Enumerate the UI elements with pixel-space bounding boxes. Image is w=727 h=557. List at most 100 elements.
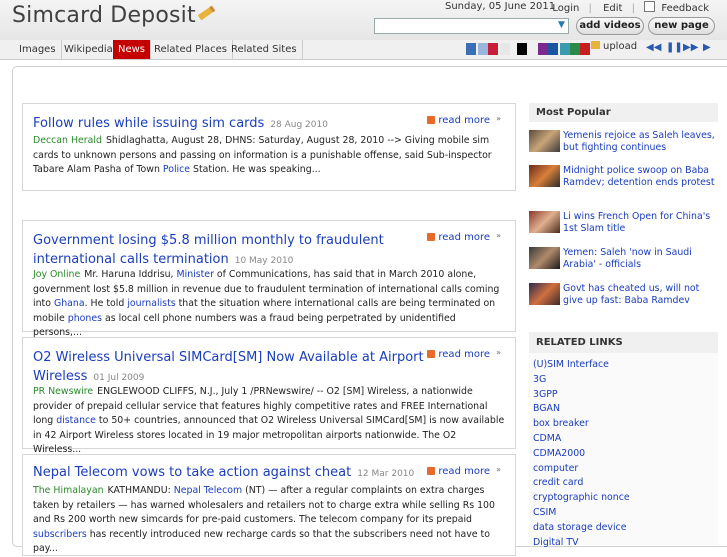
article-body: PR Newswire ENGLEWOOD CLIFFS, N.J., July … [33,385,505,458]
read-more-link[interactable]: read more [438,115,490,126]
color-swatch[interactable] [580,43,590,55]
read-more-link[interactable]: read more [438,232,490,243]
keyword-link[interactable]: journalists [127,298,175,309]
feedback-link[interactable]: Feedback [661,3,709,14]
article-title[interactable]: Nepal Telecom vows to take action agains… [33,463,414,484]
color-swatch[interactable] [538,43,548,55]
popular-link[interactable]: Yemenis rejoice as Saleh leaves, but fig… [563,130,718,154]
popular-link[interactable]: Yemen: Saleh 'now in Saudi Arabia' - off… [563,247,718,271]
current-date: Sunday, 05 June 2011 [445,1,556,12]
related-links-header: RELATED LINKS [529,332,718,353]
article-title[interactable]: Follow rules while issuing sim cards 28 A… [33,114,328,135]
add-videos-button[interactable]: add videos [576,17,644,35]
related-link[interactable]: data storage device [533,522,627,533]
news-thumbnail[interactable] [529,165,560,187]
tab-images[interactable]: Images [14,40,62,59]
rss-icon[interactable] [427,350,435,358]
keyword-link[interactable]: phones [68,313,102,324]
rss-icon[interactable] [427,116,435,124]
related-link[interactable]: computer [533,463,578,474]
article-text: to 50+ countries, announced that O2 Wire… [33,415,505,455]
read-more-link[interactable]: read more [438,466,490,477]
popular-item[interactable]: Midnight police swoop on Baba Ramdev; de… [529,165,718,200]
article-text: . He told [84,298,128,309]
rewind-icon[interactable]: ◀◀ [646,42,661,53]
article-title-text[interactable]: Follow rules while issuing sim cards [33,116,264,131]
news-thumbnail[interactable] [529,130,560,152]
keyword-link[interactable]: Nepal Telecom [174,485,242,496]
article-title[interactable]: O2 Wireless Universal SIMCard[SM] Now Av… [33,348,428,388]
popular-item[interactable]: Li wins French Open for China's 1st Slam… [529,211,718,241]
color-swatch[interactable] [500,43,510,55]
forward-icon[interactable]: ▶▶ [683,42,698,53]
read-more-link[interactable]: read more [438,349,490,360]
popular-item[interactable]: Yemen: Saleh 'now in Saudi Arabia' - off… [529,247,718,277]
color-swatch[interactable] [478,43,488,55]
site-logo[interactable]: Simcard Deposit [12,3,215,28]
related-link[interactable]: CDMA [533,433,561,444]
article-title-text[interactable]: Nepal Telecom vows to take action agains… [33,465,351,480]
dropdown-chevron-icon[interactable]: ▼ [558,20,568,30]
article-date: 28 Aug 2010 [270,120,328,130]
tab-news[interactable]: News [113,40,152,59]
related-link[interactable]: cryptographic nonce [533,492,630,503]
color-swatch[interactable] [488,43,498,55]
tab-wikipedia[interactable]: Wikipedia [59,40,119,59]
login-link[interactable]: Login [552,3,579,14]
popular-item[interactable]: Yemenis rejoice as Saleh leaves, but fig… [529,130,718,160]
keyword-link[interactable]: distance [56,415,96,426]
related-link[interactable]: credit card [533,477,583,488]
article-title[interactable]: Government losing $5.8 million monthly t… [33,231,423,271]
related-link[interactable]: BGAN [533,403,560,414]
top-links: Login | Edit | Feedback [544,1,709,14]
rss-icon[interactable] [427,233,435,241]
most-popular-title: Most Popular [536,107,611,118]
article-source[interactable]: The Himalayan [33,485,104,496]
article-date: 10 May 2010 [234,256,294,266]
popular-link[interactable]: Govt has cheated us, will not give up fa… [563,283,718,307]
article-title-text[interactable]: Government losing $5.8 million monthly t… [33,233,384,267]
article-text: KATHMANDU: [107,485,174,496]
pencil-icon [197,5,215,21]
color-swatch[interactable] [517,43,527,55]
related-link[interactable]: box breaker [533,418,589,429]
keyword-link[interactable]: subscribers [33,529,87,540]
article-source[interactable]: Joy Online [33,269,80,280]
article-body: Joy Online Mr. Haruna Iddrisu, Minister o… [33,268,505,341]
keyword-link[interactable]: Minister [177,269,214,280]
color-swatch[interactable] [570,43,580,55]
related-link[interactable]: 3GPP [533,389,558,400]
logo-text[interactable]: Simcard Deposit [12,3,196,28]
color-swatch[interactable] [548,43,558,55]
tab-related-sites[interactable]: Related Sites [226,40,303,59]
related-link[interactable]: (U)SIM Interface [533,359,609,370]
upload-label: upload [603,41,638,52]
feedback-icon [644,1,656,12]
new-page-button[interactable]: new page [648,17,715,35]
play-icon[interactable]: ▶ [703,42,711,53]
keyword-link[interactable]: Ghana [54,298,85,309]
search-input[interactable] [374,18,569,34]
news-thumbnail[interactable] [529,247,560,269]
edit-link[interactable]: Edit [603,3,622,14]
popular-link[interactable]: Midnight police swoop on Baba Ramdev; de… [563,165,718,189]
tab-related-places[interactable]: Related Places [149,40,233,59]
upload-link[interactable]: upload [591,41,637,52]
rss-icon[interactable] [427,467,435,475]
color-swatch[interactable] [466,43,476,55]
pause-icon[interactable]: ❚❚ [666,42,683,53]
article-date: 01 Jul 2009 [93,373,145,383]
article-source[interactable]: Deccan Herald [33,135,102,146]
related-link[interactable]: CSIM [533,507,556,518]
news-thumbnail[interactable] [529,211,560,233]
popular-item[interactable]: Govt has cheated us, will not give up fa… [529,283,718,313]
related-link[interactable]: CDMA2000 [533,448,585,459]
news-thumbnail[interactable] [529,283,560,305]
article-title-text[interactable]: O2 Wireless Universal SIMCard[SM] Now Av… [33,350,424,384]
related-link[interactable]: 3G [533,374,546,385]
popular-link[interactable]: Li wins French Open for China's 1st Slam… [563,211,718,235]
related-link[interactable]: Digital TV [533,537,579,548]
article-source[interactable]: PR Newswire [33,386,93,397]
keyword-link[interactable]: Police [163,164,190,175]
color-swatch[interactable] [560,43,570,55]
